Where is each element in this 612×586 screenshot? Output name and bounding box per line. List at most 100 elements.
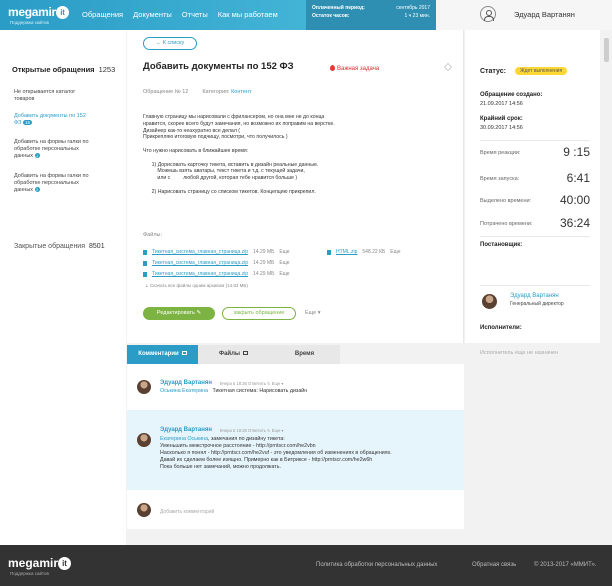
close-ticket-button[interactable]: закрыть обращение xyxy=(222,307,296,320)
feedback-link[interactable]: Обратная связь xyxy=(472,562,516,568)
tab-comments[interactable]: Комментарии xyxy=(127,345,198,364)
period-label: Оплаченный период: xyxy=(312,5,365,11)
comment-ref[interactable]: Екатерина Оськина xyxy=(160,436,208,442)
file-size: 548.22 КБ xyxy=(362,249,386,255)
poster-name[interactable]: Эдуард Вартанян xyxy=(510,293,559,299)
deadline-label: Крайний срок: xyxy=(480,116,523,122)
file-icon xyxy=(327,249,331,255)
comment-ref[interactable]: Оськина Екатерина xyxy=(160,388,208,394)
created-label: Обращение создано: xyxy=(480,92,543,98)
nav-item-documents[interactable]: Документы xyxy=(133,10,172,19)
file-name[interactable]: HTML.zip xyxy=(336,249,357,255)
comment-meta[interactable]: Вчера в 18:26 Ответить ↻ Еще ▾ xyxy=(220,428,284,433)
scrollbar-thumb[interactable] xyxy=(604,38,609,62)
open-tickets-title[interactable]: Открытые обращения 1253 xyxy=(12,65,115,74)
file-icon xyxy=(243,351,249,355)
nav-item-tickets[interactable]: Обращения xyxy=(82,10,123,19)
file-more[interactable]: Еще xyxy=(390,249,400,255)
deadline-value: 30.09.2017 14:56 xyxy=(480,125,523,131)
poster-role: Генеральный директор xyxy=(510,301,564,307)
footer: megamir it Поддержка сайтов Политика обра… xyxy=(0,545,612,586)
download-all-label: Скачать все файлы одним архивом (14.83 М… xyxy=(150,283,248,288)
logo[interactable]: megamir it xyxy=(8,5,69,19)
closed-tickets-count: 8501 xyxy=(89,243,105,250)
back-to-list-button[interactable]: ← К списку xyxy=(143,37,197,50)
comment-author[interactable]: Эдуард Вартанян xyxy=(160,427,212,433)
user-name[interactable]: Эдуард Вартанян xyxy=(514,10,575,19)
sidebar-item-catalog[interactable]: Не открывается каталог товаров xyxy=(14,89,94,103)
file-more[interactable]: Еще xyxy=(279,260,289,266)
file-item[interactable]: HTML.zip 548.22 КБ Еще xyxy=(327,249,400,255)
comment-icon xyxy=(181,351,187,355)
row-value: 6:41 xyxy=(566,171,590,185)
file-name[interactable]: Тикетная_система_главная_страница.zip xyxy=(152,249,248,255)
comment-body: Екатерина Оськина, замечания по дизайну … xyxy=(160,436,460,471)
sidebar-item-badge: 15 xyxy=(23,120,33,125)
file-item[interactable]: Тикетная_система_главная_страница.zip 14.… xyxy=(143,271,290,277)
status-badge: Ждет выполнения xyxy=(515,67,568,75)
avatar xyxy=(137,433,151,447)
sidebar-item-forms-2[interactable]: Добавить на формы галки по обработке пер… xyxy=(14,173,94,194)
category-label: Категория: xyxy=(202,89,230,95)
comment-text: Уменьшить межстрочное расстояние - http:… xyxy=(160,443,392,470)
back-label: К списку xyxy=(162,40,185,46)
nav-item-how-we-work[interactable]: Как мы работаем xyxy=(218,10,278,19)
comments-panel: Эдуард Вартанян Вчера в 18:26 Ответить ↻… xyxy=(127,364,464,529)
copyright: © 2013-2017 «ММИТ». xyxy=(534,562,597,568)
file-icon xyxy=(143,249,147,255)
row-label: Потрачено времени: xyxy=(480,221,533,227)
file-name[interactable]: Тикетная_система_главная_страница.zip xyxy=(152,260,248,266)
category-link[interactable]: Контент xyxy=(231,89,251,95)
sidebar-item-label: Не открывается каталог товаров xyxy=(14,89,76,102)
sidebar-item-label: Добавить на формы галки по обработке пер… xyxy=(14,173,89,193)
more-dropdown[interactable]: Еще ▾ xyxy=(305,310,321,316)
tab-files[interactable]: Файлы xyxy=(198,345,269,364)
spent-time-row: Потрачено времени: 36:24 xyxy=(480,216,590,230)
privacy-policy-link[interactable]: Политика обработки персональных данных xyxy=(316,562,437,568)
sidebar-item-label: Добавить на формы галки по обработке пер… xyxy=(14,139,89,159)
row-label: Выделено времени: xyxy=(480,198,532,204)
remain-label: Остаток часов: xyxy=(312,13,350,19)
file-item[interactable]: Тикетная_система_главная_страница.zip 14.… xyxy=(143,260,290,266)
closed-tickets-title[interactable]: Закрытые обращения 8501 xyxy=(14,243,105,250)
avatar xyxy=(482,294,497,309)
sidebar-item-badge: 2 xyxy=(34,187,40,192)
executors-title: Исполнители: xyxy=(480,325,522,331)
file-name[interactable]: Тикетная_система_главная_страница.zip xyxy=(152,271,248,277)
file-more[interactable]: Еще xyxy=(279,249,289,255)
add-comment-input[interactable]: Добавить комментарий xyxy=(160,509,214,515)
sidebar-item-forms-1[interactable]: Добавить на формы галки по обработке пер… xyxy=(14,139,94,160)
comment-text-first: , замечания по дизайну тикета: xyxy=(208,436,285,442)
start-time-row: Время запуска: 6:41 xyxy=(480,171,590,185)
comment: Эдуард Вартанян Вчера в 18:26 Ответить ↻… xyxy=(127,410,464,490)
sidebar-item-badge: 1 xyxy=(34,153,40,158)
user-area[interactable]: Эдуард Вартанян xyxy=(440,0,612,30)
file-size: 14.29 МБ xyxy=(253,271,275,277)
edit-button[interactable]: Редактировать ✎ xyxy=(143,307,215,320)
poster-title: Постановщик: xyxy=(480,242,523,248)
file-icon xyxy=(143,260,147,266)
divider xyxy=(480,236,590,237)
nav-item-reports[interactable]: Отчеты xyxy=(182,10,208,19)
header: megamir it Поддержка сайтов Обращения Док… xyxy=(0,0,612,30)
pencil-icon[interactable] xyxy=(443,62,453,72)
file-more[interactable]: Еще xyxy=(279,271,289,277)
user-icon[interactable] xyxy=(480,6,496,22)
comment-text: Тикетная система: Нарисовать дизайн xyxy=(212,388,308,394)
sidebar-item-documents[interactable]: Добавить документы по 152 ФЗ 15 xyxy=(14,113,94,127)
comment-author[interactable]: Эдуард Вартанян xyxy=(160,380,212,386)
scrollbar[interactable] xyxy=(601,30,612,343)
file-item[interactable]: Тикетная_система_главная_страница.zip 14.… xyxy=(143,249,290,255)
sidebar: Открытые обращения 1253 Не открывается ка… xyxy=(0,30,126,545)
ticket-meta: Обращение № 12 Категория: Контент xyxy=(143,89,251,95)
file-icon xyxy=(143,271,147,277)
closed-tickets-label: Закрытые обращения xyxy=(14,243,86,250)
ticket-description: Главную страницу мы нарисовали с фриланс… xyxy=(143,114,335,195)
divider xyxy=(480,285,590,286)
comment-meta[interactable]: Вчера в 18:26 Ответить ↻ Еще ▾ xyxy=(220,381,284,386)
tab-time[interactable]: Время xyxy=(269,345,340,364)
logo-text: megamir xyxy=(8,5,56,19)
file-size: 14.29 МБ xyxy=(253,249,275,255)
footer-logo[interactable]: megamir it xyxy=(8,556,72,570)
download-all-link[interactable]: ⇣ Скачать все файлы одним архивом (14.83… xyxy=(145,283,248,289)
